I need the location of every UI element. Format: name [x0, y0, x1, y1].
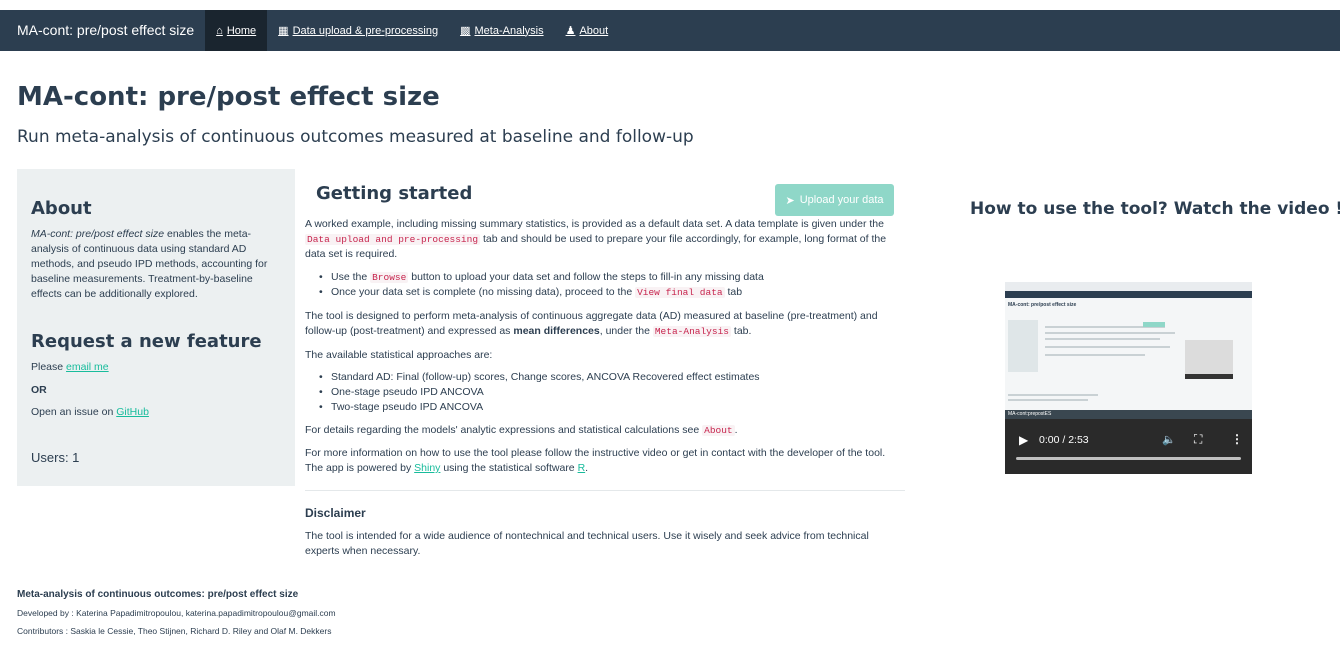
nav-tab-label: Data upload & pre-processing	[292, 24, 439, 37]
thumb-text-line	[1045, 338, 1160, 340]
thumb-title: MA-cont: pre/post effect size	[1008, 302, 1077, 308]
email-link[interactable]: email me	[66, 361, 109, 373]
top-strip	[0, 0, 1340, 10]
shiny-link[interactable]: Shiny	[414, 462, 440, 474]
thumb-text-line	[1045, 332, 1175, 334]
thumb-text-line	[1045, 354, 1145, 356]
footer-developed-by: Developed by : Katerina Papadimitropoulo…	[17, 608, 336, 618]
intro-paragraph: A worked example, including missing summ…	[305, 217, 905, 262]
home-icon: ⌂	[216, 24, 223, 37]
section-divider	[305, 490, 905, 491]
sidebar-panel: About MA-cont: pre/post effect size enab…	[17, 169, 295, 486]
meta-analysis-tab-ref: Meta-Analysis	[652, 326, 731, 337]
navbar: MA-cont: pre/post effect size ⌂ Home ▦ D…	[0, 10, 1340, 51]
paper-plane-icon: ➤	[785, 194, 795, 207]
browse-button-ref: Browse	[370, 272, 409, 283]
about-tab-ref: About	[702, 425, 735, 436]
please-text: Please	[31, 361, 67, 373]
approaches-intro: The available statistical approaches are…	[305, 349, 493, 361]
or-text: OR	[31, 384, 47, 396]
details-text: For details regarding the models' analyt…	[305, 424, 703, 436]
thumb-sidebar	[1008, 320, 1038, 372]
list-item: One-stage pseudo IPD ANCOVA	[319, 385, 899, 400]
view-final-data-ref: View final data	[635, 287, 725, 298]
github-link[interactable]: GitHub	[116, 406, 149, 418]
video-controls-area	[1005, 419, 1252, 474]
list-item: Use the Browse button to upload your dat…	[319, 270, 899, 285]
steps-list: Use the Browse button to upload your dat…	[319, 270, 899, 300]
sidebar-request-heading: Request a new feature	[31, 331, 262, 352]
info-text-end: .	[585, 462, 589, 474]
video-thumbnail: MA-cont: pre/post effect size	[1005, 282, 1252, 412]
list-item: Once your data set is complete (no missi…	[319, 285, 899, 300]
thumb-upload-button	[1143, 322, 1165, 327]
thumb-text-line	[1045, 346, 1170, 348]
mean-differences-bold: mean differences	[513, 325, 600, 337]
approaches-list: Standard AD: Final (follow-up) scores, C…	[319, 370, 899, 415]
details-paragraph: For details regarding the models' analyt…	[305, 423, 905, 438]
users-icon: ♟	[565, 25, 576, 37]
issue-text: Open an issue on	[31, 406, 117, 418]
thumb-navbar	[1005, 291, 1252, 298]
bar-chart-icon: ▩	[460, 25, 471, 37]
nav-tab-data-upload[interactable]: ▦ Data upload & pre-processing	[267, 10, 449, 51]
sidebar-about-heading: About	[31, 198, 92, 219]
video-heading: How to use the tool? Watch the video !	[970, 199, 1340, 219]
list-item: Two-stage pseudo IPD ANCOVA	[319, 400, 899, 415]
upload-button-label: Upload your data	[799, 194, 884, 206]
design-text-mid: , under the	[599, 325, 653, 337]
nav-tab-label: Meta-Analysis	[474, 24, 544, 37]
more-options-icon[interactable]: ⋮	[1231, 432, 1243, 446]
footer-contributors: Contributors : Saskia le Cessie, Theo St…	[17, 626, 332, 636]
step-text: Once your data set is complete (no missi…	[331, 286, 636, 298]
email-line: Please email me	[31, 361, 109, 373]
app-name-italic: MA-cont: pre/post effect size	[31, 228, 165, 240]
disclaimer-heading: Disclaimer	[305, 506, 366, 520]
tutorial-video-player[interactable]: MA-cont: pre/post effect size MA-cont:pr…	[1005, 282, 1252, 474]
footer-title: Meta-analysis of continuous outcomes: pr…	[17, 589, 299, 600]
thumb-text-line	[1008, 399, 1088, 401]
play-icon[interactable]: ▶	[1019, 433, 1028, 447]
table-icon: ▦	[278, 25, 289, 37]
step-text-end: tab	[724, 286, 743, 298]
users-count: Users: 1	[31, 450, 80, 465]
video-progress-bar[interactable]	[1016, 457, 1241, 460]
upload-data-button[interactable]: ➤ Upload your data	[775, 184, 894, 216]
sidebar-about-text: MA-cont: pre/post effect size enables th…	[31, 227, 281, 302]
thumb-mini-controls	[1185, 374, 1233, 379]
info-text: For more information on how to use the t…	[305, 447, 886, 474]
getting-started-heading: Getting started	[316, 183, 473, 204]
page-title: MA-cont: pre/post effect size	[17, 82, 440, 112]
thumb-text-line	[1008, 394, 1098, 396]
details-text-end: .	[734, 424, 738, 436]
step-text-end: button to upload your data set and follo…	[408, 271, 764, 283]
github-line: Open an issue on GitHub	[31, 406, 149, 418]
nav-tab-about[interactable]: ♟ About	[555, 10, 620, 51]
info-text-mid: using the statistical software	[440, 462, 578, 474]
volume-icon[interactable]: 🔈	[1162, 433, 1176, 446]
design-paragraph: The tool is designed to perform meta-ana…	[305, 309, 905, 339]
thumb-mini-video	[1185, 340, 1233, 376]
thumb-browser-bar	[1005, 282, 1252, 291]
info-paragraph: For more information on how to use the t…	[305, 446, 905, 476]
step-text: Use the	[331, 271, 371, 283]
nav-tab-label: Home	[226, 24, 257, 37]
fullscreen-icon[interactable]: ⛶	[1194, 432, 1202, 447]
navbar-brand[interactable]: MA-cont: pre/post effect size	[0, 10, 205, 51]
nav-tab-meta-analysis[interactable]: ▩ Meta-Analysis	[449, 10, 554, 51]
design-text-end: tab.	[730, 325, 752, 337]
page-subtitle: Run meta-analysis of continuous outcomes…	[17, 127, 694, 147]
disclaimer-text: The tool is intended for a wide audience…	[305, 530, 869, 557]
video-time: 0:00 / 2:53	[1039, 434, 1089, 446]
nav-tab-home[interactable]: ⌂ Home	[205, 10, 268, 51]
data-upload-tab-ref: Data upload and pre-processing	[305, 234, 481, 245]
list-item: Standard AD: Final (follow-up) scores, C…	[319, 370, 899, 385]
nav-tab-label: About	[579, 24, 609, 37]
intro-text: A worked example, including missing summ…	[305, 218, 884, 230]
video-bar-title: MA-cont:prepostES	[1008, 411, 1052, 417]
